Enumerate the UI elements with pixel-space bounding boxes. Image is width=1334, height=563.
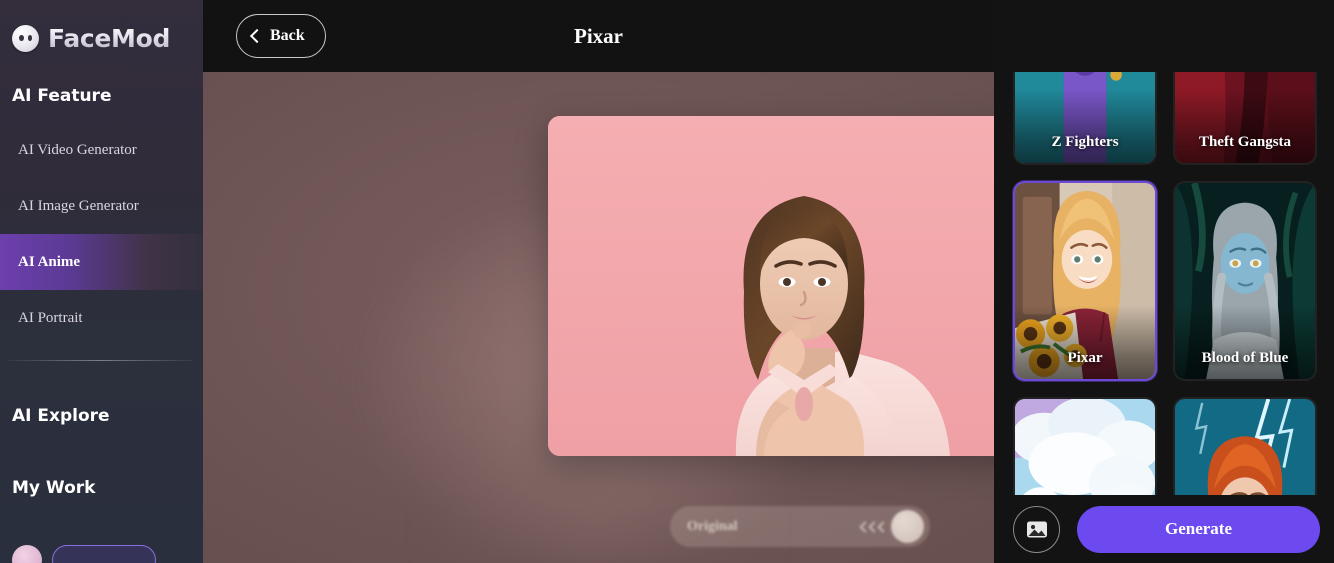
sidebar: FaceMod AI Feature AI Video Generator AI…: [0, 0, 203, 563]
preview-image[interactable]: [548, 116, 994, 456]
sidebar-item-ai-portrait[interactable]: AI Portrait: [0, 290, 203, 346]
sidebar-section-ai-explore[interactable]: AI Explore: [0, 406, 203, 426]
upload-image-button[interactable]: [1013, 505, 1060, 553]
style-panel: Z Fighters Theft Gangsta Pixar Blood of …: [994, 0, 1334, 563]
style-card-label: Blood of Blue: [1175, 305, 1315, 379]
style-grid: Z Fighters Theft Gangsta Pixar Blood of …: [1013, 0, 1317, 563]
style-card-label: Pixar: [1015, 305, 1155, 379]
app-root: FaceMod AI Feature AI Video Generator AI…: [0, 0, 1334, 563]
before-after-slider[interactable]: Original: [670, 506, 930, 547]
style-card-label: Z Fighters: [1015, 89, 1155, 163]
style-card-blood-of-blue[interactable]: Blood of Blue: [1173, 181, 1317, 381]
sidebar-item-label: AI Anime: [18, 253, 81, 270]
sidebar-item-ai-video-generator[interactable]: AI Video Generator: [0, 122, 203, 178]
chevron-left-icon: [249, 28, 265, 43]
back-button[interactable]: Back: [236, 14, 326, 58]
panel-top-mask: [994, 0, 1334, 72]
brand-logo[interactable]: FaceMod: [0, 0, 203, 56]
brand-name: FaceMod: [48, 24, 171, 53]
sidebar-item-label: AI Video Generator: [18, 141, 137, 158]
portrait-illustration: [548, 116, 994, 456]
main-area: Back Pixar Original: [203, 0, 994, 563]
action-bar: Generate: [994, 495, 1334, 563]
sidebar-nav-list: AI Video Generator AI Image Generator AI…: [0, 122, 203, 346]
generate-button[interactable]: Generate: [1077, 505, 1320, 553]
sidebar-section-my-work[interactable]: My Work: [0, 478, 203, 498]
style-card-pixar[interactable]: Pixar: [1013, 181, 1157, 381]
face-circle-icon: [12, 25, 39, 52]
style-card-label: Theft Gangsta: [1175, 89, 1315, 163]
sidebar-section-ai-feature: AI Feature: [12, 86, 112, 106]
top-bar: Back Pixar: [203, 0, 994, 72]
sidebar-item-ai-anime[interactable]: AI Anime: [0, 234, 203, 290]
double-chevron-left-icon: [859, 520, 889, 533]
sidebar-item-label: AI Image Generator: [18, 197, 139, 214]
avatar[interactable]: [12, 545, 42, 563]
upgrade-button[interactable]: [52, 545, 156, 563]
sidebar-divider: [8, 360, 193, 361]
sidebar-item-label: AI Portrait: [18, 309, 83, 326]
sidebar-user-row: [0, 545, 203, 563]
canvas-area: Original: [203, 72, 994, 563]
preview-photo: [548, 116, 994, 456]
back-button-label: Back: [270, 27, 305, 44]
slider-knob[interactable]: [891, 510, 924, 543]
sidebar-item-ai-image-generator[interactable]: AI Image Generator: [0, 178, 203, 234]
image-upload-icon: [1026, 521, 1047, 537]
compare-label: Original: [687, 518, 738, 534]
